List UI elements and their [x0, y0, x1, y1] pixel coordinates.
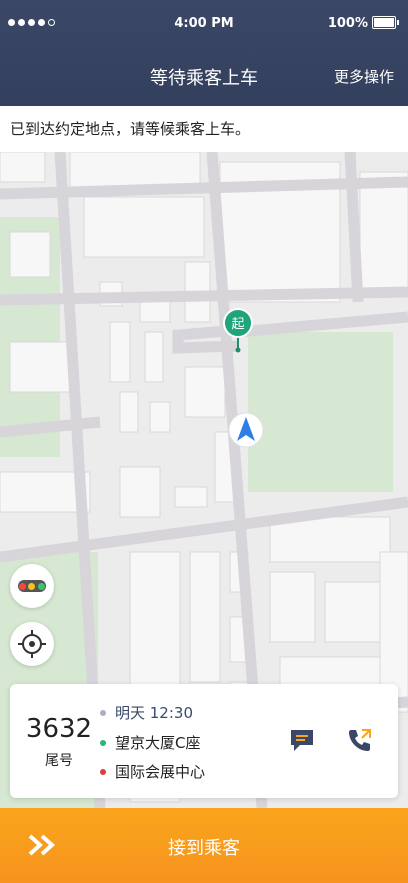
start-location: 望京大厦C座: [100, 732, 200, 753]
pickup-time-text: 明天 12:30: [115, 704, 193, 722]
current-location-icon: [228, 412, 264, 448]
tail-number-label: 尾号: [45, 753, 73, 769]
end-dot: [100, 768, 106, 775]
more-actions-button[interactable]: 更多操作: [334, 66, 394, 87]
passenger-tail-number: 3632: [25, 714, 93, 744]
app-header: 4:00 PM 100% 等待乘客上车 更多操作: [0, 0, 408, 106]
picked-up-passenger-button[interactable]: 接到乘客: [0, 808, 408, 883]
locate-icon: [18, 630, 46, 658]
traffic-light-icon: [18, 580, 46, 592]
start-location-text: 望京大厦C座: [115, 734, 201, 752]
status-bar: 4:00 PM 100%: [0, 0, 408, 44]
arrival-notice: 已到达约定地点，请等候乘客上车。: [0, 106, 408, 152]
battery-icon: [372, 16, 399, 29]
picked-up-passenger-label: 接到乘客: [168, 838, 240, 859]
start-marker-label: 起: [231, 317, 244, 332]
battery-percentage: 100%: [327, 16, 368, 31]
time-dot: [100, 709, 106, 716]
message-icon[interactable]: [288, 726, 316, 754]
traffic-toggle-button[interactable]: [10, 564, 54, 608]
start-dot: [100, 739, 106, 746]
pickup-time: 明天 12:30: [100, 702, 193, 723]
trip-card[interactable]: 3632 尾号 明天 12:30 望京大厦C座 国际会展中心: [10, 684, 398, 798]
phone-screen: 4:00 PM 100% 等待乘客上车 更多操作 已到达约定地点，请等候乘客上车…: [0, 0, 408, 883]
destination-location: 国际会展中心: [100, 761, 205, 782]
destination-text: 国际会展中心: [115, 763, 206, 781]
park-area: [248, 332, 393, 492]
locate-button[interactable]: [10, 622, 54, 666]
phone-call-icon[interactable]: [346, 726, 374, 754]
